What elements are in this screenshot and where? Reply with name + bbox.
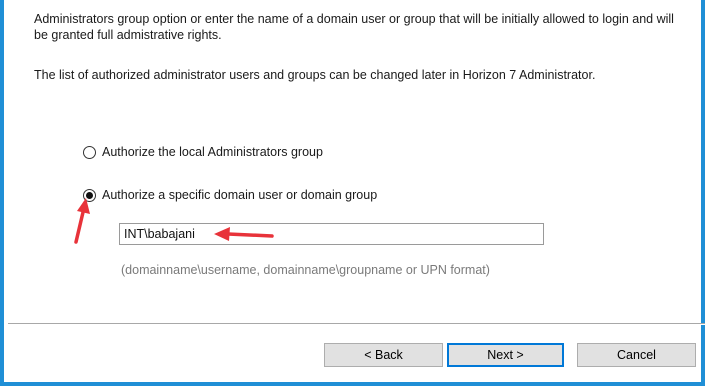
radio-button-unchecked[interactable] (83, 145, 96, 159)
domain-account-input[interactable] (119, 223, 544, 245)
description-text: Administrators group option or enter the… (34, 12, 674, 42)
back-button[interactable]: < Back (324, 343, 443, 367)
button-separator (8, 323, 705, 325)
format-hint: (domainname\username, domainname\groupna… (121, 263, 490, 277)
radio-label-domain-user: Authorize a specific domain user or doma… (102, 188, 378, 202)
annotation-arrow-up-icon (74, 198, 90, 244)
annotation-arrow-left-icon (214, 227, 274, 241)
cancel-button[interactable]: Cancel (577, 343, 696, 367)
radio-local-admins[interactable]: Authorize the local Administrators group (83, 143, 323, 161)
next-button[interactable]: Next > (447, 343, 564, 367)
installer-dialog: Administrators group option or enter the… (0, 0, 705, 386)
description-note: The list of authorized administrator use… (34, 68, 596, 82)
radio-label-local-admins: Authorize the local Administrators group (102, 145, 323, 159)
radio-domain-user[interactable]: Authorize a specific domain user or doma… (83, 186, 377, 204)
